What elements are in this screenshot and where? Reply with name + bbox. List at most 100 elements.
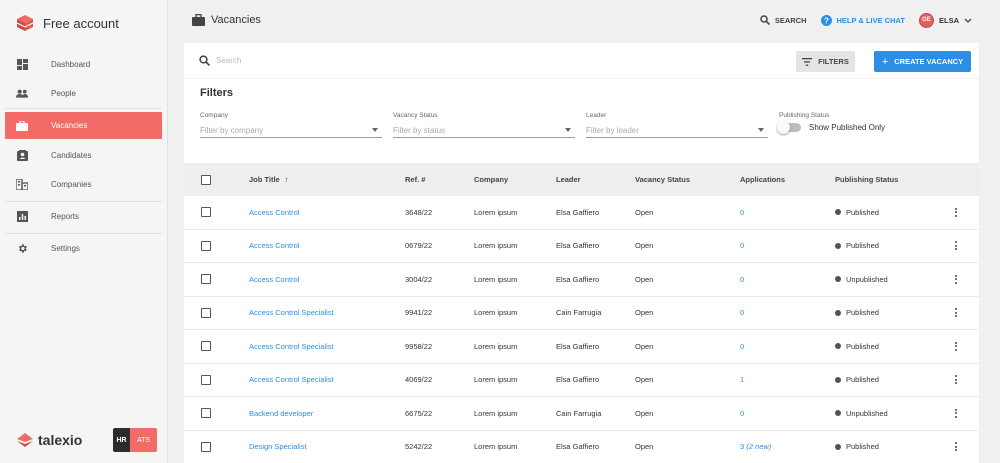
row-checkbox[interactable] [201,207,211,218]
select-all-checkbox[interactable] [201,174,211,185]
column-vacancy-status[interactable]: Vacancy Status [635,175,690,184]
sidebar: Free account Dashboard People Vacancies … [0,0,168,463]
sidebar-item-settings[interactable]: Settings [0,234,167,263]
filters-card: FILTERS + CREATE VACANCY Filters Company… [184,43,979,163]
leader-placeholder: Filter by leader [586,125,639,135]
table-row[interactable]: Access Control 3648/22 Lorem ipsum Elsa Gaf… [184,196,979,230]
talexio-mark-icon [17,433,33,447]
column-ref[interactable]: Ref. # [405,175,425,184]
status-dot-icon [835,209,841,216]
more-vert-icon[interactable] [952,375,960,385]
sidebar-item-dashboard[interactable]: Dashboard [0,50,167,79]
filters-button[interactable]: FILTERS [796,51,855,72]
applications-link[interactable]: 3 (2 new) [740,442,771,451]
filters-label: FILTERS [818,57,849,66]
sidebar-item-label: Dashboard [51,60,91,69]
create-vacancy-button[interactable]: + CREATE VACANCY [874,51,971,72]
column-company[interactable]: Company [474,175,508,184]
company-name: Lorem ipsum [474,341,518,351]
hr-ats-badge[interactable]: HR ATS [113,428,157,452]
applications-link[interactable]: 0 [740,241,744,250]
status-dot-icon [835,443,841,450]
more-vert-icon[interactable] [952,241,960,251]
user-menu[interactable]: GE ELSA [918,12,972,28]
table-row[interactable]: Design Specialist 5242/22 Lorem ipsum Elsa … [184,430,979,463]
applications-link[interactable]: 0 [740,208,744,217]
more-vert-icon[interactable] [952,207,960,217]
job-title-link[interactable]: Access Control [249,208,299,217]
applications-link[interactable]: 0 [740,308,744,317]
job-title-link[interactable]: Access Control Specialist [249,308,334,317]
company-select[interactable]: Filter by company [200,123,382,138]
table-row[interactable]: Access Control 3004/22 Lorem ipsum Elsa Gaf… [184,263,979,297]
chevron-down-icon [964,18,972,23]
job-title-link[interactable]: Design Specialist [249,442,307,451]
help-chat-button[interactable]: ? HELP & LIVE CHAT [820,14,905,26]
job-title-link[interactable]: Backend developer [249,409,313,418]
sidebar-item-candidates[interactable]: Candidates [0,141,167,170]
row-checkbox[interactable] [201,341,211,352]
job-title-link[interactable]: Access Control [249,275,299,284]
table-row[interactable]: Access Control Specialist 4069/22 Lorem ip… [184,363,979,397]
job-title-link[interactable]: Access Control [249,241,299,250]
column-publishing-status[interactable]: Publishing Status [835,175,898,184]
publishing-status: Published [835,241,879,250]
brand: Free account [0,0,167,46]
vacancies-table: Job Title ↑ Ref. # Company Leader Vacancy… [184,163,979,463]
leader-name: Elsa Gaffiero [556,442,600,452]
vacancy-status: Open [635,408,654,418]
table-row[interactable]: Backend developer 6675/22 Lorem ipsum Cain … [184,397,979,431]
published-only-toggle[interactable] [777,121,801,134]
sidebar-item-label: Candidates [51,151,92,160]
publishing-status: Unpublished [835,275,888,284]
table-row[interactable]: Access Control Specialist 9941/22 Lorem ip… [184,296,979,330]
table-row[interactable]: Access Control 0679/22 Lorem ipsum Elsa Gaf… [184,229,979,263]
sidebar-item-reports[interactable]: Reports [0,202,167,231]
applications-link[interactable]: 1 [740,375,744,384]
sidebar-item-vacancies[interactable]: Vacancies [5,112,162,139]
search-input[interactable] [216,56,516,65]
vacancy-status-filter: Vacancy Status Filter by status [393,112,575,138]
filter-icon [802,57,813,66]
column-applications[interactable]: Applications [740,175,785,184]
row-checkbox[interactable] [201,307,211,318]
applications-link[interactable]: 0 [740,409,744,418]
ats-label: ATS [130,428,157,452]
topbar: Vacancies SEARCH ? HELP & LIVE CHAT GE E… [168,0,1000,40]
more-vert-icon[interactable] [952,308,960,318]
column-job-title[interactable]: Job Title ↑ [249,175,288,184]
leader-select[interactable]: Filter by leader [586,123,768,138]
applications-count: 1 [740,375,745,385]
vacancy-status: Open [635,341,654,351]
company-name: Lorem ipsum [474,408,518,418]
plus-icon: + [881,55,889,68]
row-checkbox[interactable] [201,240,211,251]
more-vert-icon[interactable] [952,408,960,418]
applications-link[interactable]: 0 [740,342,744,351]
publishing-status-text: Published [846,241,879,251]
row-checkbox[interactable] [201,408,211,419]
sidebar-item-companies[interactable]: Companies [0,170,167,199]
publishing-status: Published [835,208,879,217]
talexio-logo: talexio [16,432,82,448]
company-placeholder: Filter by company [200,125,264,135]
header-search-button[interactable]: SEARCH [760,15,807,25]
filters-title: Filters [200,87,234,99]
row-checkbox[interactable] [201,274,211,285]
more-vert-icon[interactable] [952,442,960,452]
job-title-link[interactable]: Access Control Specialist [249,375,334,384]
vacancy-status-select[interactable]: Filter by status [393,123,575,138]
status-dot-icon [835,410,841,417]
svg-text:?: ? [824,16,829,25]
column-leader[interactable]: Leader [556,175,581,184]
applications-link[interactable]: 0 [740,275,744,284]
help-icon: ? [820,14,832,26]
more-vert-icon[interactable] [952,274,960,284]
job-title-link[interactable]: Access Control Specialist [249,342,334,351]
table-row[interactable]: Access Control Specialist 9958/22 Lorem ip… [184,330,979,364]
publishing-filter-label: Publishing Status [779,112,830,119]
row-checkbox[interactable] [201,374,211,385]
sidebar-item-people[interactable]: People [0,79,167,108]
more-vert-icon[interactable] [952,341,960,351]
row-checkbox[interactable] [201,441,211,452]
